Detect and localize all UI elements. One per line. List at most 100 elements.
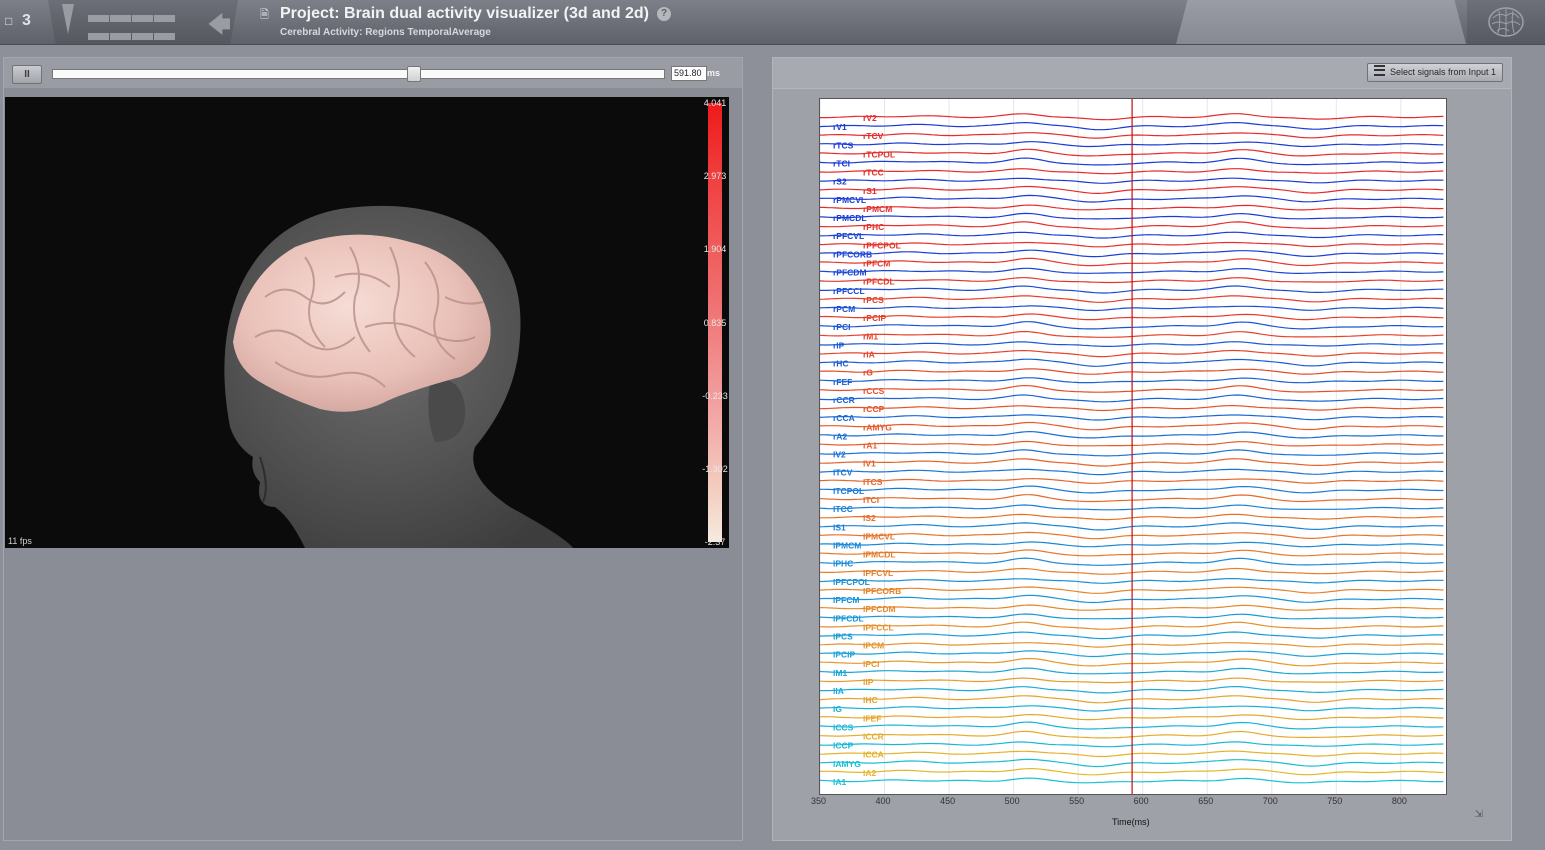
grid-menu-icon[interactable]	[88, 12, 184, 40]
channel-label: lPCS	[833, 631, 853, 641]
x-tick-label: 700	[1262, 796, 1278, 806]
channel-label: lFEF	[863, 713, 881, 723]
document-icon: □	[5, 14, 13, 28]
channel-label: lV2	[833, 450, 846, 460]
x-tick-label: 450	[940, 796, 956, 806]
page-title: Project: Brain dual activity visualizer …	[280, 5, 671, 23]
channel-label: lTCV	[833, 468, 853, 478]
project-counter[interactable]: □ 3	[0, 0, 48, 44]
page-subtitle: Cerebral Activity: Regions TemporalAvera…	[280, 27, 491, 38]
channel-label: lCCA	[863, 750, 884, 760]
time-series-chart[interactable]: rV2 rV1 rTCV rTCS rTCPOL rTCI rTCC rS2 rS1 rPMCVL…	[819, 98, 1447, 795]
channel-label: lTCI	[863, 495, 879, 505]
help-icon[interactable]: ?	[657, 7, 671, 21]
page-title-block: 🗎 Project: Brain dual activity visualize…	[260, 3, 1180, 41]
channel-label: rV2	[863, 113, 877, 123]
channel-label: rCCS	[863, 386, 885, 396]
channel-label: rPMCM	[863, 204, 892, 214]
channel-label: rPFCM	[863, 259, 890, 269]
channel-label: lPMCM	[833, 541, 861, 551]
header-tab[interactable]	[1176, 0, 1466, 44]
channel-label: rV1	[833, 122, 847, 132]
brain-3d-panel: II 591.80 ms 4.041 2.973 1.904 0.835 -0.…	[3, 57, 743, 841]
colorbar-label: 1.904	[703, 244, 727, 255]
time-slider-thumb[interactable]	[407, 66, 422, 82]
channel-label: lCCR	[863, 732, 884, 742]
channel-label: rPFCDM	[833, 268, 867, 278]
channel-label: lTCS	[863, 477, 883, 487]
brain-icon	[1488, 7, 1524, 37]
channel-label: lHC	[863, 695, 878, 705]
channel-label: rFEF	[833, 377, 852, 387]
colorbar-label: -2.37	[704, 537, 726, 547]
channel-label: rIA	[863, 349, 875, 359]
channel-label: lS1	[833, 522, 846, 532]
channel-label: lA1	[833, 777, 847, 787]
x-tick-label: 550	[1069, 796, 1085, 806]
brain-3d-viewport[interactable]: 4.041 2.973 1.904 0.835 -0.233 -1.302 -2.37 11…	[5, 97, 729, 548]
fps-counter: 11 fps	[8, 536, 32, 546]
channel-label: lM1	[833, 668, 847, 678]
head-brain-render	[224, 205, 573, 548]
channel-label: lPCM	[863, 641, 884, 651]
back-arrow-icon[interactable]: 🡄	[208, 8, 231, 46]
colorbar-label: -0.233	[702, 390, 728, 401]
channel-label: rCCA	[833, 413, 855, 423]
x-tick-label: 650	[1198, 796, 1214, 806]
channel-label: lPCI	[863, 659, 880, 669]
channel-label: rPMCVL	[833, 195, 866, 205]
channel-label: lA2	[863, 768, 877, 778]
x-tick-label: 600	[1133, 796, 1149, 806]
project-title: Project: Brain dual activity visualizer …	[280, 5, 649, 22]
channel-label: lPFCORB	[863, 586, 901, 596]
time-series-plot[interactable]: rV2rV1rTCVrTCSrTCPOLrTCIrTCCrS2rS1rPMCVL…	[820, 99, 1446, 794]
channel-label: rCCP	[863, 404, 885, 414]
channel-label: rPFCCL	[833, 286, 865, 296]
channel-label: rPCM	[833, 304, 855, 314]
x-tick-label: 350	[811, 796, 827, 806]
channel-label: lPFCM	[833, 595, 859, 605]
resize-icon[interactable]: ⇲	[1475, 809, 1483, 820]
x-tick-label: 750	[1327, 796, 1343, 806]
channel-label: rPCI	[833, 322, 850, 332]
app-header: □ 3 🡄 🗎 Project: Brain dual activity vis…	[0, 0, 1545, 45]
time-series-panel: Select signals from Input 1 rV2 rV1 rTCV rT…	[772, 57, 1512, 841]
colorbar-label: -1.302	[702, 463, 728, 474]
x-tick-label: 500	[1004, 796, 1020, 806]
x-tick-label: 400	[875, 796, 891, 806]
channel-label: rM1	[863, 331, 878, 341]
channel-label: lPFCDL	[833, 613, 864, 623]
channel-label: rA1	[863, 440, 877, 450]
playback-toolbar: II 591.80 ms	[4, 58, 742, 88]
brain-logo[interactable]	[1467, 0, 1545, 44]
document-icon: 🗎	[260, 9, 269, 21]
select-signals-label: Select signals from Input 1	[1389, 67, 1496, 77]
channel-label: lPMCDL	[863, 550, 896, 560]
channel-label: rTCS	[833, 140, 854, 150]
time-slider[interactable]	[52, 66, 665, 82]
pause-button[interactable]: II	[12, 65, 42, 84]
channel-label: lS2	[863, 513, 876, 523]
channel-label: rPHC	[863, 222, 884, 232]
colorbar-label: 0.835	[703, 317, 727, 328]
time-input[interactable]: 591.80	[671, 66, 707, 81]
channel-label: rIP	[833, 340, 845, 350]
channel-label: lCCP	[833, 741, 854, 751]
channel-label: lTCC	[833, 504, 853, 514]
channel-label: lCCS	[833, 722, 854, 732]
channel-label: rTCI	[833, 158, 850, 168]
x-axis-label: Time(ms)	[1112, 817, 1150, 827]
select-signals-button[interactable]: Select signals from Input 1	[1366, 63, 1503, 82]
channel-label: rCCR	[833, 395, 855, 405]
channel-label: lAMYG	[833, 759, 861, 769]
channel-label: rPMCDL	[833, 213, 867, 223]
colorbar-label: 4.041	[703, 98, 727, 108]
channel-label: rA2	[833, 431, 847, 441]
time-unit: ms	[707, 68, 721, 78]
channel-label: rTCC	[863, 168, 884, 178]
channel-label: rPFCDL	[863, 277, 895, 287]
x-tick-label: 800	[1391, 796, 1407, 806]
channel-label: rTCPOL	[863, 149, 895, 159]
channel-label: rS2	[833, 177, 847, 187]
menu-arrow-icon[interactable]	[62, 4, 74, 34]
